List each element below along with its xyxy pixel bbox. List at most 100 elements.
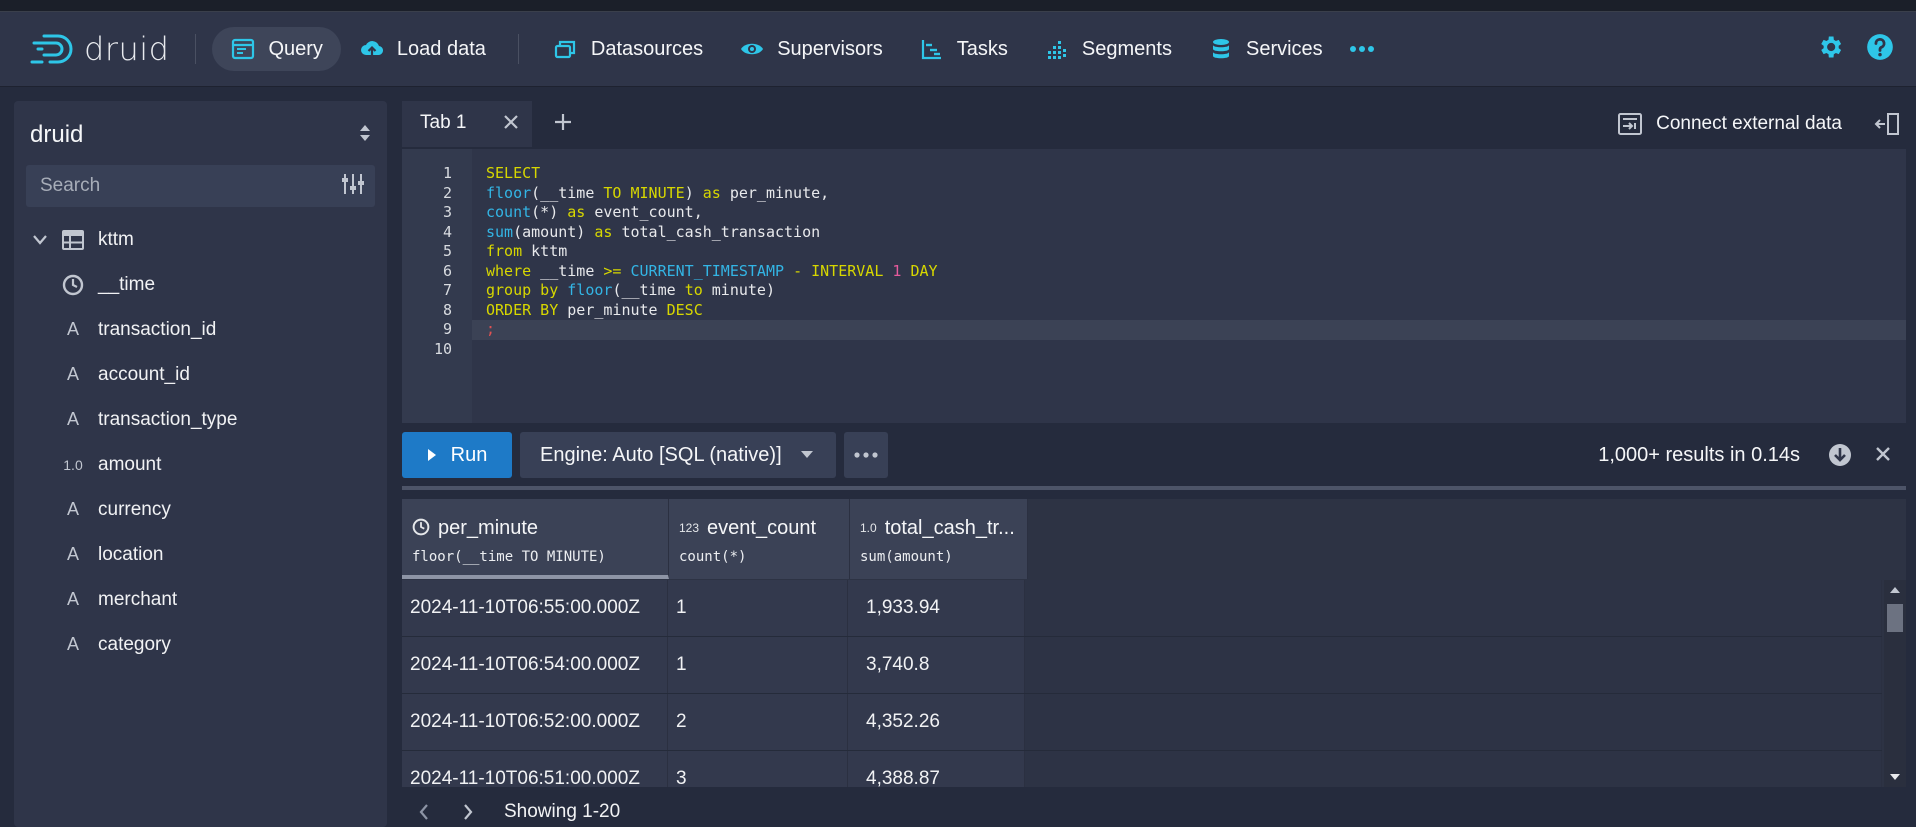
nav-load-data-label: Load data	[396, 37, 486, 60]
scroll-up-icon[interactable]	[1889, 586, 1901, 594]
nav-query[interactable]: Query	[212, 27, 341, 71]
sql-editor[interactable]: 1 2 3 4 5 6 7 8 9 10 SELECT floor(__time…	[402, 149, 1906, 423]
previous-page-button[interactable]	[402, 804, 446, 820]
play-icon	[427, 449, 436, 461]
tree-column-merchant[interactable]: A merchant	[14, 577, 387, 622]
nav-datasources[interactable]: Datasources	[535, 27, 721, 71]
chevron-left-icon	[419, 804, 428, 820]
table-row[interactable]: 2024-11-10T06:52:00.000Z 2 4,352.26	[402, 694, 1882, 751]
column-header-expression: count(*)	[679, 549, 747, 565]
more-horizontal-icon	[854, 452, 878, 458]
tree-column-currency[interactable]: A currency	[14, 487, 387, 532]
nav-services-label: Services	[1245, 37, 1323, 60]
column-header-expression: sum(amount)	[860, 549, 953, 565]
cell-event-count[interactable]: 2	[668, 694, 848, 750]
nav-right-actions	[1816, 12, 1894, 86]
nav-more-button[interactable]	[1341, 27, 1383, 71]
cell-event-count[interactable]: 3	[668, 751, 848, 787]
cell-event-count[interactable]: 1	[668, 580, 848, 636]
tree-table-kttm[interactable]: kttm	[14, 217, 387, 262]
download-button[interactable]	[1828, 443, 1852, 472]
column-header-name: total_cash_tr...	[884, 516, 1015, 539]
help-icon	[1867, 33, 1893, 60]
nav-tasks[interactable]: Tasks	[901, 27, 1026, 71]
import-icon	[1618, 113, 1643, 135]
tree-column-account-id[interactable]: A account_id	[14, 352, 387, 397]
string-icon: A	[66, 409, 79, 429]
cell-total-cash[interactable]: 3,740.8	[848, 637, 1025, 693]
grid-vertical-scrollbar[interactable]	[1884, 580, 1906, 787]
datasources-icon	[553, 36, 579, 62]
run-button[interactable]: Run	[402, 432, 512, 478]
tree-column-location[interactable]: A location	[14, 532, 387, 577]
tree-column-transaction-type[interactable]: A transaction_type	[14, 397, 387, 442]
tree-column-label: location	[98, 543, 164, 565]
schema-select-button[interactable]	[357, 122, 373, 149]
run-button-label: Run	[450, 443, 488, 466]
string-icon: A	[66, 364, 79, 384]
string-icon: A	[66, 634, 79, 654]
number-icon: 1.0	[63, 456, 83, 473]
cell-per-minute[interactable]: 2024-11-10T06:52:00.000Z	[402, 694, 668, 750]
plus-icon	[555, 114, 571, 130]
tab-1[interactable]: Tab 1	[402, 101, 532, 147]
add-tab-button[interactable]	[552, 111, 574, 138]
nav-supervisors[interactable]: Supervisors	[721, 27, 901, 71]
cell-total-cash[interactable]: 1,933.94	[848, 580, 1025, 636]
line-number: 8	[442, 300, 452, 319]
schema-tree: kttm __time A transaction_id A account_i…	[14, 217, 387, 667]
table-row[interactable]: 2024-11-10T06:55:00.000Z 1 1,933.94	[402, 580, 1882, 637]
chevron-down-icon[interactable]	[30, 234, 50, 245]
query-toolbar: Run Engine: Auto [SQL (native)] 1,000+ r…	[402, 432, 1906, 478]
column-header-event-count[interactable]: 123 event_count count(*)	[669, 499, 850, 579]
more-options-button[interactable]	[844, 432, 888, 478]
tree-column-time[interactable]: __time	[14, 262, 387, 307]
engine-select[interactable]: Engine: Auto [SQL (native)]	[520, 432, 836, 478]
cell-total-cash[interactable]: 4,388.87	[848, 751, 1025, 787]
eye-icon	[739, 36, 765, 62]
tree-column-transaction-id[interactable]: A transaction_id	[14, 307, 387, 352]
cell-per-minute[interactable]: 2024-11-10T06:51:00.000Z	[402, 751, 668, 787]
settings-button[interactable]	[1816, 33, 1844, 66]
search-options-button[interactable]	[341, 172, 365, 201]
tree-column-label: currency	[98, 498, 171, 520]
collapse-panel-button[interactable]	[1874, 112, 1900, 141]
druid-logo-icon	[30, 34, 73, 64]
connect-external-data-button[interactable]: Connect external data	[1618, 101, 1842, 147]
cell-event-count[interactable]: 1	[668, 637, 848, 693]
tree-column-label: transaction_type	[98, 408, 238, 430]
help-button[interactable]	[1866, 33, 1894, 66]
column-header-per-minute[interactable]: per_minute floor(__time TO MINUTE)	[402, 499, 669, 579]
nav-load-data[interactable]: Load data	[341, 27, 504, 71]
close-tab-button[interactable]	[502, 113, 520, 137]
cell-total-cash[interactable]: 4,352.26	[848, 694, 1025, 750]
decimal-type-icon: 1.0	[860, 521, 877, 535]
next-page-button[interactable]	[446, 804, 490, 820]
table-row[interactable]: 2024-11-10T06:51:00.000Z 3 4,388.87	[402, 751, 1882, 787]
sidebar-header: druid	[14, 101, 387, 155]
cell-empty	[1025, 751, 1882, 787]
database-icon	[1208, 36, 1234, 62]
table-row[interactable]: 2024-11-10T06:54:00.000Z 1 3,740.8	[402, 637, 1882, 694]
double-caret-icon	[360, 124, 370, 141]
nav-segments[interactable]: Segments	[1026, 27, 1190, 71]
column-header-name: per_minute	[438, 516, 539, 539]
cell-per-minute[interactable]: 2024-11-10T06:55:00.000Z	[402, 580, 668, 636]
cell-empty	[1025, 694, 1882, 750]
close-results-button[interactable]	[1874, 445, 1892, 468]
gantt-chart-icon	[919, 36, 945, 62]
scrollbar-thumb[interactable]	[1887, 604, 1903, 632]
cell-per-minute[interactable]: 2024-11-10T06:54:00.000Z	[402, 637, 668, 693]
tree-column-amount[interactable]: 1.0 amount	[14, 442, 387, 487]
druid-logo[interactable]: druid	[30, 29, 169, 69]
segments-icon	[1044, 36, 1070, 62]
clock-icon	[60, 274, 86, 296]
tree-column-category[interactable]: A category	[14, 622, 387, 667]
column-header-total-cash[interactable]: 1.0 total_cash_tr... sum(amount)	[850, 499, 1028, 579]
line-number: 4	[442, 222, 452, 241]
sidebar-search-input[interactable]	[40, 175, 320, 197]
scroll-down-icon[interactable]	[1889, 773, 1901, 781]
tree-column-label: category	[98, 633, 171, 655]
nav-services[interactable]: Services	[1190, 27, 1341, 71]
editor-code-area[interactable]: SELECT floor(__time TO MINUTE) as per_mi…	[472, 149, 1906, 423]
